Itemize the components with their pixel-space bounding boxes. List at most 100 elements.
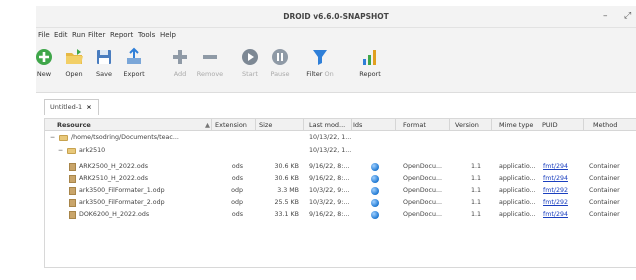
table-row[interactable]: − ark2510 10/13/22, 1... bbox=[45, 145, 636, 157]
mime-type: applicatio... bbox=[499, 211, 536, 218]
table-row[interactable]: ark3500_FilFormater_1.odp odp 3.3 MB 10/… bbox=[45, 185, 636, 197]
menu-bar: File Edit Run Filter Report Tools Help bbox=[36, 28, 636, 41]
menu-tools[interactable]: Tools bbox=[138, 31, 155, 39]
filter-icon bbox=[313, 50, 327, 65]
menu-report[interactable]: Report bbox=[110, 31, 133, 39]
resource-name: ark3500_FilFormater_2.odp bbox=[79, 199, 165, 206]
col-ids[interactable]: Ids bbox=[353, 121, 362, 129]
tab-untitled-1[interactable]: Untitled-1 × bbox=[44, 99, 99, 115]
version: 1.1 bbox=[470, 211, 481, 218]
pause-label: Pause bbox=[270, 70, 290, 78]
export-label: Export bbox=[123, 70, 145, 78]
globe-icon bbox=[371, 175, 379, 183]
globe-icon bbox=[371, 163, 379, 171]
col-mime-type[interactable]: Mime type bbox=[499, 121, 533, 129]
last-modified: 9/16/22, 8:... bbox=[309, 211, 350, 218]
method: Container bbox=[589, 199, 620, 206]
maximize-button[interactable]: ⤢ bbox=[624, 11, 631, 21]
resource-name: ark3500_FilFormater_1.odp bbox=[79, 187, 165, 194]
resource-name: ARK2500_H_2022.ods bbox=[79, 163, 149, 170]
size: 25.5 KB bbox=[274, 199, 299, 206]
col-version[interactable]: Version bbox=[455, 121, 479, 129]
format: OpenDocu... bbox=[403, 199, 442, 206]
table-header: Resource ▲ Extension Size Last mod... Id… bbox=[45, 119, 636, 131]
version: 1.1 bbox=[470, 175, 481, 182]
file-icon bbox=[69, 211, 76, 219]
table-row[interactable]: DOK6200_H_2022.ods ods 33.1 KB 9/16/22, … bbox=[45, 209, 636, 221]
last-modified: 9/16/22, 8:... bbox=[309, 175, 350, 182]
version: 1.1 bbox=[470, 199, 481, 206]
col-puid[interactable]: PUID bbox=[542, 121, 558, 129]
table-row[interactable]: ARK2500_H_2022.ods ods 30.6 KB 9/16/22, … bbox=[45, 161, 636, 173]
mime-type: applicatio... bbox=[499, 199, 536, 206]
window-title: DROID v6.6.0-SNAPSHOT bbox=[283, 12, 389, 21]
menu-file[interactable]: File bbox=[38, 31, 50, 39]
col-last-modified[interactable]: Last mod... bbox=[309, 121, 345, 129]
col-resource[interactable]: Resource bbox=[57, 121, 91, 129]
folder-icon bbox=[67, 148, 76, 155]
extension: ods bbox=[231, 163, 243, 170]
extension: ods bbox=[231, 175, 243, 182]
pause-icon bbox=[272, 49, 288, 65]
filter-button[interactable]: Filter On bbox=[302, 47, 338, 78]
globe-icon bbox=[371, 187, 379, 195]
method: Container bbox=[589, 163, 620, 170]
version: 1.1 bbox=[470, 187, 481, 194]
folder-icon bbox=[59, 135, 68, 142]
puid-link[interactable]: fmt/294 bbox=[543, 175, 568, 182]
extension: odp bbox=[231, 199, 243, 206]
version: 1.1 bbox=[470, 163, 481, 170]
mime-type: applicatio... bbox=[499, 175, 536, 182]
col-format[interactable]: Format bbox=[403, 121, 426, 129]
report-label: Report bbox=[359, 70, 381, 78]
puid-link[interactable]: fmt/294 bbox=[543, 211, 568, 218]
last-modified: 10/13/22, 1... bbox=[309, 134, 352, 141]
menu-edit[interactable]: Edit bbox=[54, 31, 68, 39]
start-icon bbox=[242, 49, 258, 65]
format: OpenDocu... bbox=[403, 187, 442, 194]
extension: ods bbox=[231, 211, 243, 218]
file-icon bbox=[69, 175, 76, 183]
last-modified: 9/16/22, 8:... bbox=[309, 163, 350, 170]
file-icon bbox=[69, 187, 76, 195]
remove-button[interactable]: Remove bbox=[192, 47, 228, 78]
resource-name: DOK6200_H_2022.ods bbox=[79, 211, 150, 218]
pause-button[interactable]: Pause bbox=[262, 47, 298, 78]
table-row[interactable]: − /home/tsodring/Documents/teac... 10/13… bbox=[45, 132, 636, 144]
format: OpenDocu... bbox=[403, 211, 442, 218]
collapse-toggle[interactable]: − bbox=[58, 147, 63, 154]
method: Container bbox=[589, 187, 620, 194]
menu-filter[interactable]: Filter bbox=[88, 31, 105, 39]
minimize-button[interactable]: – bbox=[603, 11, 608, 21]
resource-name: ARK2510_H_2022.ods bbox=[79, 175, 149, 182]
export-button[interactable]: Export bbox=[116, 47, 152, 78]
menu-run[interactable]: Run bbox=[72, 31, 85, 39]
col-extension[interactable]: Extension bbox=[215, 121, 247, 129]
puid-link[interactable]: fmt/294 bbox=[543, 163, 568, 170]
toolbar: New Open Save Export Add Remove Start Pa… bbox=[36, 41, 636, 93]
tab-close-button[interactable]: × bbox=[86, 103, 91, 111]
file-icon bbox=[69, 199, 76, 207]
filter-state: On bbox=[324, 70, 334, 78]
report-button[interactable]: Report bbox=[352, 47, 388, 78]
add-icon bbox=[173, 50, 187, 64]
save-icon bbox=[97, 50, 111, 64]
globe-icon bbox=[371, 199, 379, 207]
puid-link[interactable]: fmt/292 bbox=[543, 199, 568, 206]
table-row[interactable]: ark3500_FilFormater_2.odp odp 25.5 KB 10… bbox=[45, 197, 636, 209]
collapse-toggle[interactable]: − bbox=[50, 134, 55, 141]
remove-icon bbox=[203, 55, 217, 59]
col-method[interactable]: Method bbox=[593, 121, 617, 129]
col-size[interactable]: Size bbox=[259, 121, 272, 129]
size: 33.1 KB bbox=[274, 211, 299, 218]
tab-label: Untitled-1 bbox=[50, 103, 83, 111]
menu-help[interactable]: Help bbox=[160, 31, 176, 39]
table-row[interactable]: ARK2510_H_2022.ods ods 30.6 KB 9/16/22, … bbox=[45, 173, 636, 185]
globe-icon bbox=[371, 211, 379, 219]
sort-asc-icon: ▲ bbox=[205, 121, 210, 129]
filter-label: Filter bbox=[306, 70, 323, 78]
puid-link[interactable]: fmt/292 bbox=[543, 187, 568, 194]
format: OpenDocu... bbox=[403, 175, 442, 182]
remove-label: Remove bbox=[196, 70, 224, 78]
tab-bar: Untitled-1 × bbox=[36, 93, 636, 117]
